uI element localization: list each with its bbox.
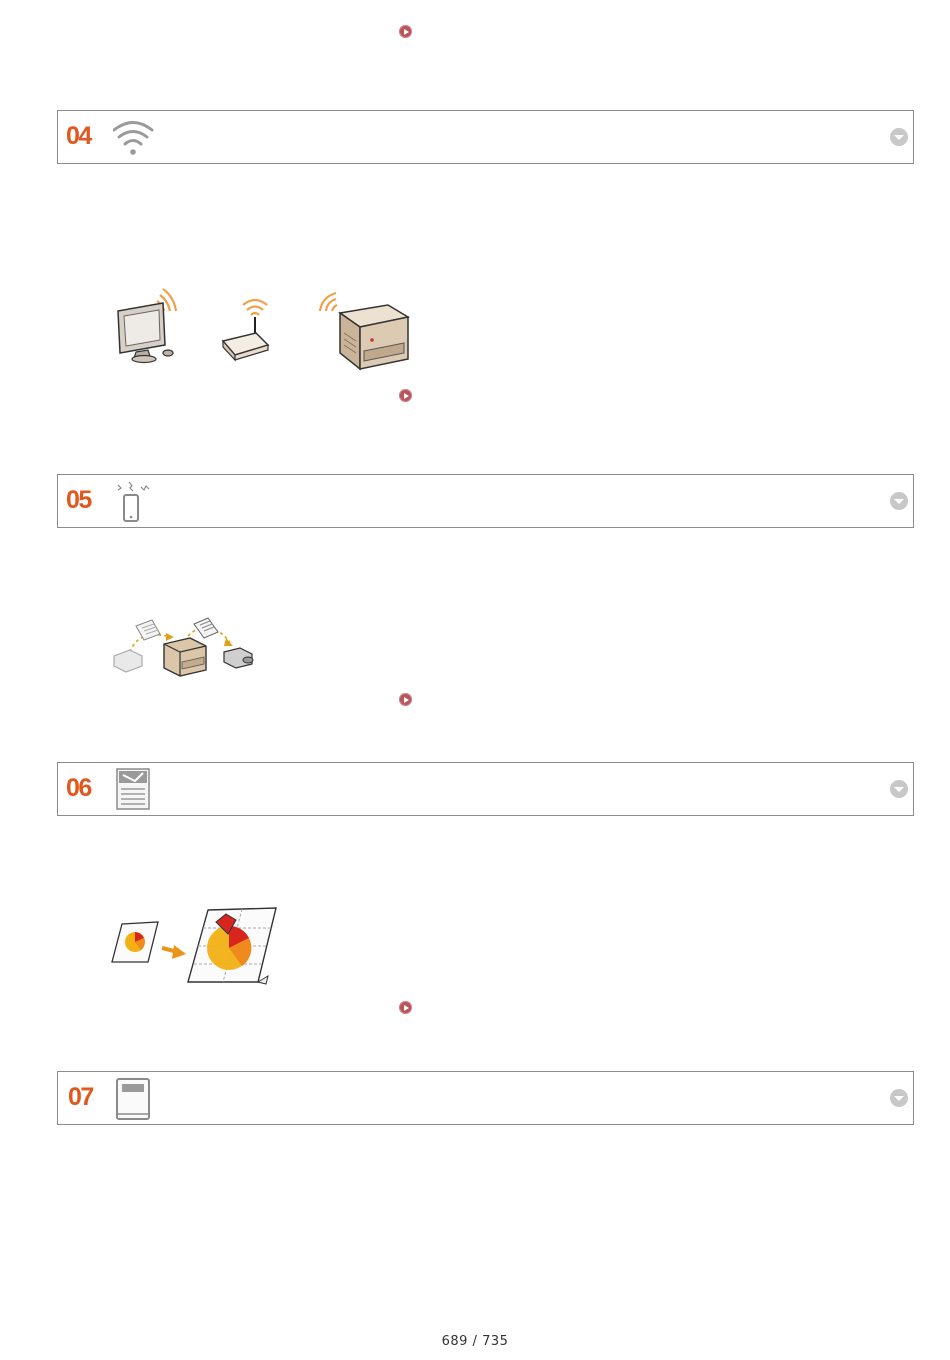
go-arrow-icon[interactable] (399, 693, 412, 706)
go-arrow-icon[interactable] (399, 25, 412, 38)
section-number: 06 (66, 774, 92, 802)
printer-icon (318, 291, 411, 371)
section-06-header[interactable]: 06 (57, 762, 914, 816)
wireless-network-illustration (117, 288, 411, 371)
poster-print-icon (116, 768, 150, 810)
mobile-device-icon (117, 481, 150, 522)
page-number: 689 / 735 (441, 1334, 509, 1349)
section-07-header[interactable]: 07 (57, 1071, 914, 1125)
document-icon (116, 1078, 150, 1120)
section-05-header[interactable]: 05 (57, 474, 914, 528)
expand-chevron-icon[interactable] (890, 492, 908, 510)
section-04-header[interactable]: 04 (57, 110, 914, 164)
section-number: 04 (66, 122, 92, 150)
go-arrow-icon[interactable] (399, 389, 412, 402)
section-number: 05 (66, 486, 92, 514)
computer-icon (117, 288, 178, 364)
router-icon (221, 298, 270, 362)
expand-chevron-icon[interactable] (890, 780, 908, 798)
poster-enlargement-illustration (111, 907, 277, 985)
expand-chevron-icon[interactable] (890, 1089, 908, 1107)
section-number: 07 (68, 1083, 94, 1111)
fax-forwarding-illustration (113, 617, 254, 677)
go-arrow-icon[interactable] (399, 1001, 412, 1014)
expand-chevron-icon[interactable] (890, 128, 908, 146)
wifi-icon (113, 121, 154, 155)
